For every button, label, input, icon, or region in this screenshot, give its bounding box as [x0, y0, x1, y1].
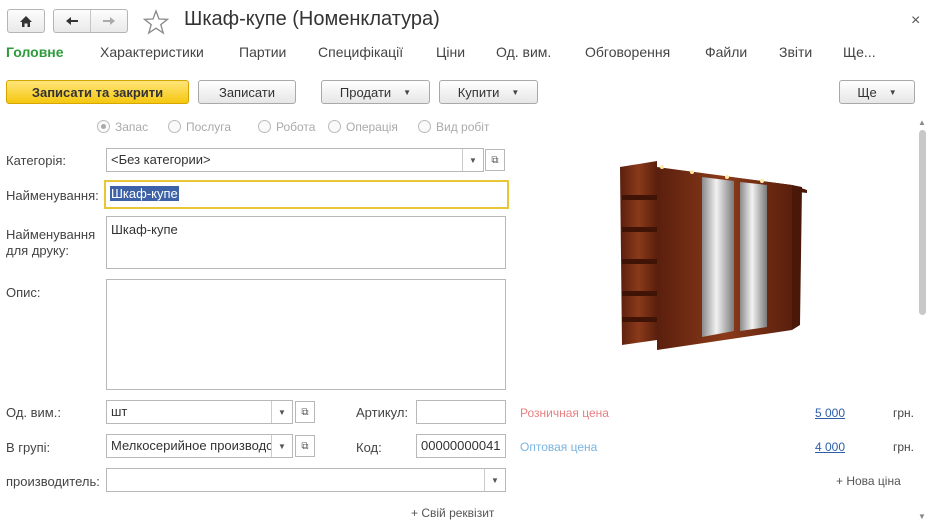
- radio-service[interactable]: Послуга: [168, 120, 231, 134]
- wholesale-price-label: Оптовая цена: [520, 440, 598, 454]
- close-icon[interactable]: ×: [911, 12, 920, 30]
- forward-button[interactable]: [91, 10, 127, 32]
- chevron-down-icon: ▼: [511, 87, 520, 97]
- print-name-label-line2: для друку:: [6, 243, 69, 258]
- print-name-field[interactable]: Шкаф-купе: [106, 216, 506, 269]
- radio-work[interactable]: Робота: [258, 120, 315, 134]
- tab-characteristics[interactable]: Характеристики: [100, 44, 204, 60]
- sell-button[interactable]: Продати ▼: [321, 80, 430, 104]
- save-close-label: Записати та закрити: [31, 84, 164, 100]
- chevron-down-icon[interactable]: ▼: [462, 149, 483, 171]
- article-field[interactable]: [416, 400, 506, 424]
- radio-stock[interactable]: Запас: [97, 120, 148, 134]
- wholesale-price-value[interactable]: 4 000: [815, 440, 845, 454]
- description-label: Опис:: [6, 285, 41, 300]
- more-label: Ще: [857, 84, 877, 100]
- save-label: Записати: [218, 84, 276, 100]
- manufacturer-value: [107, 469, 484, 491]
- retail-price-label: Розничная цена: [520, 406, 609, 420]
- retail-price-value[interactable]: 5 000: [815, 406, 845, 420]
- scroll-down-icon[interactable]: ▼: [918, 512, 926, 521]
- tab-bar: Головне Характеристики Партии Специфікац…: [0, 44, 931, 66]
- chevron-down-icon[interactable]: ▼: [271, 401, 292, 423]
- radio-work-type[interactable]: Вид робіт: [418, 120, 489, 134]
- buy-button[interactable]: Купити ▼: [439, 80, 538, 104]
- radio-circle: [418, 120, 431, 133]
- unit-label: Од. вим.:: [6, 405, 61, 420]
- back-button[interactable]: [54, 10, 91, 32]
- radio-label: Запас: [115, 120, 149, 134]
- tab-more[interactable]: Ще...: [843, 44, 876, 60]
- radio-label: Вид робіт: [436, 120, 490, 134]
- group-label: В групі:: [6, 440, 51, 455]
- wholesale-currency: грн.: [893, 440, 915, 454]
- product-image[interactable]: [612, 155, 812, 355]
- tab-specifications[interactable]: Специфікації: [318, 44, 403, 60]
- tab-main[interactable]: Головне: [6, 44, 64, 60]
- tab-batches[interactable]: Партии: [239, 44, 286, 60]
- radio-circle: [258, 120, 271, 133]
- radio-circle: [168, 120, 181, 133]
- name-value: Шкаф-купе: [110, 186, 179, 201]
- code-field[interactable]: 00000000041: [416, 434, 506, 458]
- arrow-left-icon: [66, 17, 78, 25]
- tab-files[interactable]: Файли: [705, 44, 747, 60]
- description-field[interactable]: [106, 279, 506, 390]
- chevron-down-icon[interactable]: ▼: [271, 435, 292, 457]
- tab-prices[interactable]: Ціни: [436, 44, 465, 60]
- radio-label: Послуга: [186, 120, 232, 134]
- name-field[interactable]: Шкаф-купе: [104, 180, 509, 209]
- category-value: <Без категории>: [111, 152, 211, 167]
- group-value: Мелкосерийное производс: [111, 438, 271, 453]
- arrow-right-icon: [103, 17, 115, 25]
- manufacturer-label: производитель:: [6, 474, 100, 489]
- sell-label: Продати: [339, 84, 392, 100]
- buy-label: Купити: [457, 84, 500, 100]
- radio-label: Операція: [346, 120, 398, 134]
- more-actions-button[interactable]: Ще ▼: [839, 80, 915, 104]
- tab-units[interactable]: Од. вим.: [496, 44, 551, 60]
- manufacturer-field[interactable]: ▼: [106, 468, 506, 492]
- group-field[interactable]: Мелкосерийное производс ▼: [106, 434, 293, 458]
- open-icon[interactable]: ⧉: [295, 435, 315, 457]
- radio-circle: [328, 120, 341, 133]
- unit-value: шт: [111, 404, 128, 419]
- tab-reports[interactable]: Звіти: [779, 44, 812, 60]
- radio-operation[interactable]: Операція: [328, 120, 398, 134]
- tab-discussion[interactable]: Обговорення: [585, 44, 670, 60]
- home-icon: [20, 15, 32, 27]
- home-button[interactable]: [7, 9, 45, 33]
- chevron-down-icon: ▼: [888, 87, 897, 97]
- category-label: Категорія:: [6, 153, 67, 168]
- new-price-link[interactable]: + Нова ціна: [836, 474, 901, 488]
- open-icon[interactable]: ⧉: [485, 149, 505, 171]
- scroll-up-icon[interactable]: ▲: [918, 118, 926, 127]
- window-title: Шкаф-купе (Номенклатура): [184, 8, 440, 30]
- scrollbar-thumb[interactable]: [919, 130, 926, 315]
- open-icon[interactable]: ⧉: [295, 401, 315, 423]
- save-button[interactable]: Записати: [198, 80, 296, 104]
- radio-circle: [97, 120, 110, 133]
- article-label: Артикул:: [356, 405, 409, 420]
- print-name-label-line1: Найменування: [6, 227, 96, 242]
- unit-field[interactable]: шт ▼: [106, 400, 293, 424]
- name-label: Найменування:: [6, 188, 99, 203]
- star-icon: [142, 9, 170, 35]
- favorite-star[interactable]: [142, 9, 170, 35]
- category-field[interactable]: <Без категории> ▼: [106, 148, 484, 172]
- code-label: Код:: [356, 440, 382, 455]
- retail-currency: грн.: [893, 406, 915, 420]
- add-custom-attribute-link[interactable]: + Свій реквізит: [411, 506, 494, 520]
- history-nav: [53, 9, 128, 33]
- save-close-button[interactable]: Записати та закрити: [6, 80, 189, 104]
- chevron-down-icon: ▼: [403, 87, 412, 97]
- chevron-down-icon[interactable]: ▼: [484, 469, 505, 491]
- radio-label: Робота: [276, 120, 316, 134]
